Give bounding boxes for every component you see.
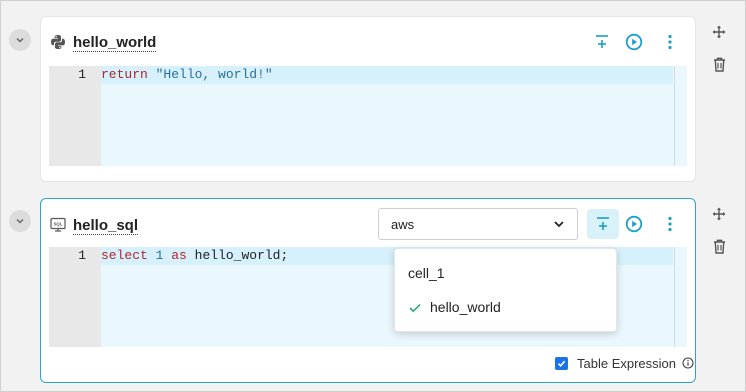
- insert-cell-button[interactable]: [587, 209, 619, 239]
- connection-value: aws: [391, 217, 415, 232]
- editor-scrollbar[interactable]: [674, 66, 675, 166]
- more-vertical-icon: [668, 216, 672, 232]
- chevron-down-icon: [16, 218, 24, 224]
- dropdown-item[interactable]: hello_world: [395, 292, 616, 322]
- dropdown-item-label: cell_1: [408, 265, 445, 281]
- run-cell-button[interactable]: [619, 209, 649, 239]
- chevron-down-icon: [554, 221, 564, 228]
- delete-cell-button[interactable]: [710, 55, 728, 73]
- check-icon: [409, 303, 421, 313]
- move-icon: [712, 207, 726, 221]
- code-token: "Hello, world!": [155, 67, 273, 82]
- code-editor[interactable]: 1 return "Hello, world!": [49, 66, 687, 166]
- dropdown-item-label: hello_world: [430, 299, 501, 315]
- line-number-gutter: 1: [49, 247, 101, 347]
- more-options-button[interactable]: [655, 209, 685, 239]
- play-circle-icon: [625, 215, 643, 233]
- python-icon: [51, 35, 65, 49]
- sql-icon: SQL: [50, 217, 66, 232]
- cell-header: SQL hello_sql aws: [41, 199, 695, 245]
- move-icon: [712, 25, 726, 39]
- table-expression-label: Table Expression: [577, 355, 676, 371]
- code-line: return "Hello, world!": [101, 66, 673, 84]
- collapse-cell-button[interactable]: [9, 210, 31, 232]
- move-cell-handle[interactable]: [710, 205, 728, 223]
- dataframe-dropdown-menu: cell_1 hello_world: [394, 248, 617, 332]
- play-circle-icon: [625, 33, 643, 51]
- code-token: hello_world;: [186, 248, 289, 263]
- table-expression-checkbox[interactable]: [555, 356, 568, 370]
- cell-title[interactable]: hello_sql: [73, 217, 139, 235]
- insert-below-icon: [597, 217, 609, 230]
- trash-icon: [713, 239, 725, 254]
- table-expression-option[interactable]: Table Expression: [555, 355, 694, 371]
- editor-scrollbar[interactable]: [674, 247, 675, 347]
- chevron-down-icon: [16, 37, 24, 43]
- connection-select[interactable]: aws: [378, 208, 578, 240]
- svg-text:SQL: SQL: [53, 222, 62, 227]
- code-token: return: [101, 67, 148, 82]
- cell-header: hello_world: [41, 17, 695, 63]
- delete-cell-button[interactable]: [710, 237, 728, 255]
- python-cell: hello_world 1 return "Hello, world!": [40, 16, 696, 182]
- collapse-cell-button[interactable]: [9, 29, 31, 51]
- dropdown-item[interactable]: cell_1: [395, 258, 616, 288]
- insert-cell-button[interactable]: [587, 27, 617, 57]
- line-number: 1: [78, 67, 86, 82]
- run-cell-button[interactable]: [619, 27, 649, 57]
- more-options-button[interactable]: [655, 27, 685, 57]
- trash-icon: [713, 57, 725, 72]
- cell-title[interactable]: hello_world: [73, 34, 157, 52]
- code-token: as: [171, 248, 187, 263]
- insert-below-icon: [596, 35, 608, 48]
- line-number: 1: [78, 248, 86, 263]
- line-number-gutter: 1: [49, 66, 101, 166]
- move-cell-handle[interactable]: [710, 23, 728, 41]
- more-vertical-icon: [668, 34, 672, 50]
- info-icon[interactable]: [682, 357, 694, 369]
- check-icon: [557, 360, 566, 367]
- code-token: select: [101, 248, 148, 263]
